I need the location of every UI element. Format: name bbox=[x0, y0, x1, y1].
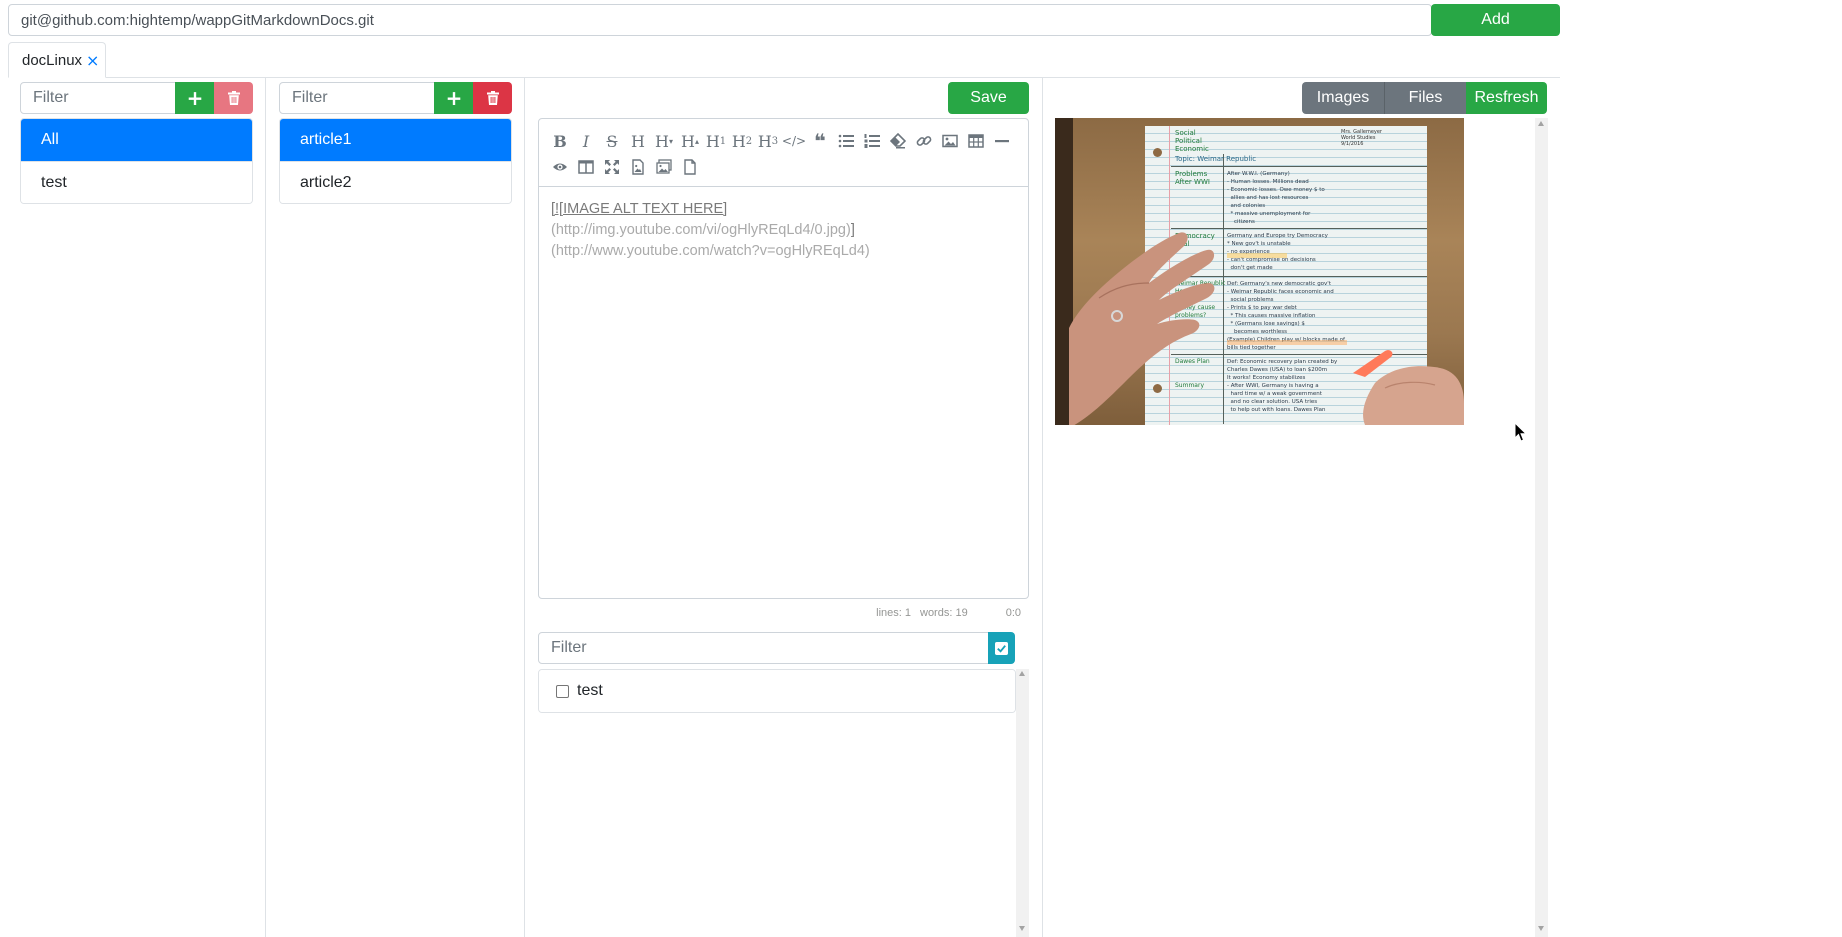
tag-list-scrollbar[interactable] bbox=[1016, 669, 1029, 937]
code-icon[interactable]: </> bbox=[781, 128, 807, 154]
scroll-up-icon[interactable] bbox=[1019, 671, 1025, 676]
close-icon[interactable]: × bbox=[86, 51, 99, 70]
tag-list: test bbox=[538, 669, 1016, 713]
plus-icon: + bbox=[186, 86, 204, 110]
article-item-article1[interactable]: article1 bbox=[280, 119, 511, 161]
highlight-mark bbox=[1227, 340, 1347, 345]
divider bbox=[1042, 78, 1043, 937]
save-button[interactable]: Save bbox=[948, 82, 1029, 114]
tag-checkbox[interactable] bbox=[556, 684, 569, 698]
tab-bar bbox=[8, 77, 1560, 78]
table-icon[interactable] bbox=[963, 128, 989, 154]
notebook-row-right: After W.W.I. (Germany) - Human losses. M… bbox=[1227, 171, 1325, 225]
horizontal-rule-icon[interactable] bbox=[989, 128, 1015, 154]
check-all-tags-button[interactable] bbox=[988, 632, 1015, 664]
delete-category-button[interactable] bbox=[214, 82, 253, 114]
category-list: All test bbox=[20, 118, 253, 204]
scroll-up-icon[interactable] bbox=[1538, 121, 1544, 126]
hand-with-highlighter-illustration bbox=[1353, 350, 1464, 425]
files-button[interactable]: Files bbox=[1384, 82, 1466, 114]
editor-bracket: ] bbox=[850, 222, 855, 238]
file-icon[interactable] bbox=[677, 154, 703, 180]
notebook-header-right: Mrs. Gallemeyer World Studies 9/1/2016 bbox=[1341, 129, 1382, 147]
side-by-side-icon[interactable] bbox=[573, 154, 599, 180]
unordered-list-icon[interactable] bbox=[833, 128, 859, 154]
tab-doclinux[interactable]: docLinux × bbox=[8, 42, 106, 78]
preview-icon[interactable] bbox=[547, 154, 573, 180]
heading-smaller-icon[interactable]: H ▾ bbox=[651, 128, 677, 154]
delete-article-button[interactable] bbox=[473, 82, 512, 114]
notebook-topic: Topic: Weimar Republic bbox=[1175, 155, 1257, 163]
clean-block-icon[interactable] bbox=[885, 128, 911, 154]
tag-item-test[interactable]: test bbox=[539, 670, 1015, 712]
notebook-row-right: Germany and Europe try Democracy * New g… bbox=[1227, 233, 1328, 271]
insert-image-icon[interactable] bbox=[651, 154, 677, 180]
divider bbox=[265, 78, 266, 937]
editor-content[interactable]: [![IMAGE ALT TEXT HERE] (http://img.youtu… bbox=[539, 187, 1028, 274]
status-words: words: 19 bbox=[920, 607, 968, 619]
heading-bigger-icon[interactable]: H ▴ bbox=[677, 128, 703, 154]
italic-icon[interactable]: I bbox=[573, 128, 599, 154]
divider bbox=[524, 78, 525, 937]
tag-filter-input[interactable] bbox=[538, 632, 990, 664]
editor-toolbar: B I S H H ▾ H ▴ H1 H2 H3 </> ❝ bbox=[539, 119, 1028, 187]
notebook-row-left: Problems After WWI bbox=[1175, 170, 1210, 186]
plus-icon: + bbox=[445, 86, 463, 110]
binder-hole bbox=[1153, 148, 1162, 157]
repo-url-input[interactable] bbox=[8, 4, 1432, 36]
image-icon[interactable] bbox=[937, 128, 963, 154]
category-filter-input[interactable] bbox=[20, 82, 176, 114]
preview-image[interactable]: Social Political Economic Mrs. Gallemeye… bbox=[1055, 118, 1464, 425]
images-button[interactable]: Images bbox=[1302, 82, 1384, 114]
scroll-down-icon[interactable] bbox=[1538, 926, 1544, 931]
status-lines: lines: 1 bbox=[876, 607, 911, 619]
hand-illustration bbox=[1069, 232, 1215, 425]
add-repo-button[interactable]: Add bbox=[1431, 4, 1560, 36]
status-cursor: 0:0 bbox=[1005, 607, 1021, 619]
ordered-list-icon[interactable] bbox=[859, 128, 885, 154]
link-icon[interactable] bbox=[911, 128, 937, 154]
fullscreen-icon[interactable] bbox=[599, 154, 625, 180]
refresh-button[interactable]: Resfresh bbox=[1466, 82, 1547, 114]
category-item-test[interactable]: test bbox=[21, 161, 252, 203]
strikethrough-icon[interactable]: S bbox=[599, 128, 625, 154]
editor-container: B I S H H ▾ H ▴ H1 H2 H3 </> ❝ [![IMAGE … bbox=[538, 118, 1029, 599]
editor-link-text: [![IMAGE ALT TEXT HERE] bbox=[551, 201, 728, 217]
notebook-header-left: Social Political Economic bbox=[1175, 129, 1209, 153]
editor-url-video: (http://www.youtube.com/watch?v=ogHlyREq… bbox=[551, 243, 870, 259]
bold-icon[interactable]: B bbox=[547, 128, 573, 154]
highlight-mark bbox=[1227, 253, 1287, 258]
trash-icon bbox=[486, 91, 499, 105]
mouse-cursor-icon bbox=[1514, 422, 1528, 442]
heading-2-icon[interactable]: H2 bbox=[729, 128, 755, 154]
category-item-all[interactable]: All bbox=[21, 119, 252, 161]
add-category-button[interactable]: + bbox=[175, 82, 215, 114]
heading-1-icon[interactable]: H1 bbox=[703, 128, 729, 154]
article-list: article1 article2 bbox=[279, 118, 512, 204]
tag-label: test bbox=[577, 682, 603, 699]
notebook-row-right: Def: Economic recovery plan created by C… bbox=[1227, 359, 1338, 413]
add-article-button[interactable]: + bbox=[434, 82, 474, 114]
tab-label: docLinux bbox=[22, 51, 83, 69]
notebook-row-divider bbox=[1171, 166, 1427, 167]
heading-icon[interactable]: H bbox=[625, 128, 651, 154]
heading-3-icon[interactable]: H3 bbox=[755, 128, 781, 154]
upload-image-icon[interactable] bbox=[625, 154, 651, 180]
editor-statusbar: lines: 1 words: 19 0:0 bbox=[538, 605, 1029, 621]
preview-scrollbar[interactable] bbox=[1535, 118, 1548, 937]
quote-icon[interactable]: ❝ bbox=[807, 128, 833, 154]
editor-url-image: (http://img.youtube.com/vi/ogHlyREqLd4/0… bbox=[551, 222, 851, 238]
article-item-article2[interactable]: article2 bbox=[280, 161, 511, 203]
article-filter-input[interactable] bbox=[279, 82, 435, 114]
trash-icon bbox=[227, 91, 240, 105]
check-square-icon bbox=[995, 641, 1008, 655]
scroll-down-icon[interactable] bbox=[1019, 926, 1025, 931]
